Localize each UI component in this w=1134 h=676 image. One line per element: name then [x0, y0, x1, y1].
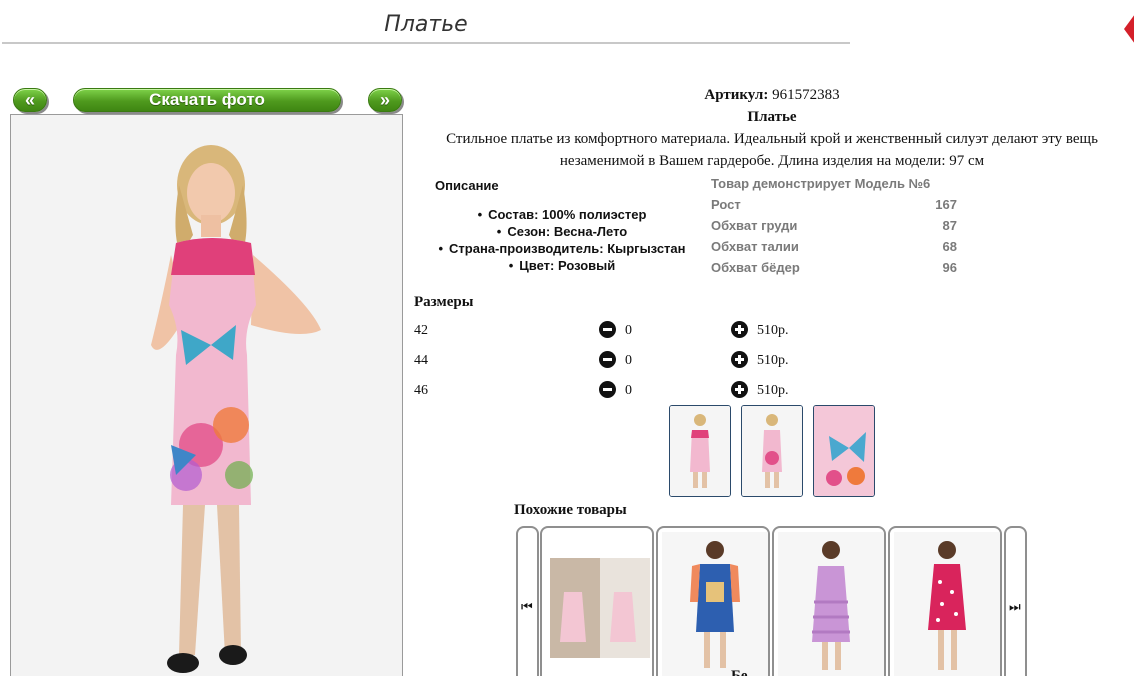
similar-product-card[interactable] — [656, 526, 770, 676]
size-row-44: 44 0 510р. — [414, 349, 814, 373]
price-value: 510р. — [757, 353, 789, 368]
list-item: Состав: 100% полиэстер — [412, 206, 712, 223]
description-list: Состав: 100% полиэстер Сезон: Весна-Лето… — [412, 206, 712, 274]
measure-value: 68 — [942, 239, 957, 254]
quantity-value: 0 — [625, 353, 632, 368]
model-header-label: Товар демонстрирует Модель №6 — [711, 176, 931, 191]
table-row: Рост 167 — [711, 197, 957, 218]
table-row: Обхват талии 68 — [711, 239, 957, 260]
table-row: Обхват бёдер 96 — [711, 260, 957, 281]
measure-label: Обхват бёдер — [711, 260, 800, 275]
list-item: Цвет: Розовый — [412, 257, 712, 274]
product-description: Стильное платье из комфортного материала… — [446, 131, 1098, 169]
article-value: 961572383 — [772, 87, 840, 103]
measure-value: 96 — [942, 260, 957, 275]
quantity-value: 0 — [625, 323, 632, 338]
price-value: 510р. — [757, 323, 789, 338]
page-title: Платье — [384, 12, 468, 37]
list-item: Страна-производитель: Кыргызстан — [412, 240, 712, 257]
minus-icon[interactable] — [599, 321, 616, 338]
list-item: Сезон: Весна-Лето — [412, 223, 712, 240]
measure-value: 87 — [942, 218, 957, 233]
measure-label: Рост — [711, 197, 741, 212]
skip-forward-icon: ⏭ — [1009, 600, 1021, 615]
prev-photo-button[interactable]: « — [13, 88, 47, 112]
size-label: 42 — [414, 323, 428, 338]
title-divider — [2, 42, 850, 44]
price-value: 510р. — [757, 383, 789, 398]
skip-back-icon: ⏮ — [521, 600, 533, 615]
size-label: 44 — [414, 353, 428, 368]
minus-icon[interactable] — [599, 351, 616, 368]
article-line: Артикул: 961572383 — [412, 84, 1132, 106]
carousel-prev-button[interactable]: ⏮ — [516, 526, 539, 676]
minus-icon[interactable] — [599, 381, 616, 398]
description-heading: Описание — [435, 178, 499, 193]
sizes-title: Размеры — [414, 294, 474, 310]
red-diamond-icon — [1124, 15, 1134, 43]
size-row-46: 46 0 510р. — [414, 379, 814, 403]
measure-label: Обхват груди — [711, 218, 798, 233]
model-header: Товар демонстрирует Модель №6 — [711, 176, 957, 197]
photo-thumbnail[interactable] — [813, 405, 875, 497]
product-name: Платье — [747, 109, 797, 125]
plus-icon[interactable] — [731, 321, 748, 338]
product-info: Артикул: 961572383 Платье Стильное плать… — [412, 84, 1132, 172]
measure-value: 167 — [935, 197, 957, 212]
next-photo-button[interactable]: » — [368, 88, 402, 112]
similar-product-card[interactable] — [540, 526, 654, 676]
main-product-photo[interactable] — [10, 114, 403, 676]
table-row: Обхват груди 87 — [711, 218, 957, 239]
article-label: Артикул: — [704, 87, 769, 103]
similar-product-card[interactable] — [888, 526, 1002, 676]
carousel-next-button[interactable]: ⏭ — [1004, 526, 1027, 676]
download-photo-button[interactable]: Скачать фото — [73, 88, 341, 112]
plus-icon[interactable] — [731, 351, 748, 368]
photo-thumbnail[interactable] — [669, 405, 731, 497]
similar-products-title: Похожие товары — [514, 502, 627, 518]
quantity-value: 0 — [625, 383, 632, 398]
model-measurements: Товар демонстрирует Модель №6 Рост 167 О… — [711, 176, 957, 281]
size-row-42: 42 0 510р. — [414, 319, 814, 343]
plus-icon[interactable] — [731, 381, 748, 398]
similar-product-card[interactable] — [772, 526, 886, 676]
photo-thumbnail[interactable] — [741, 405, 803, 497]
card-caption: Бе — [731, 668, 748, 676]
size-label: 46 — [414, 383, 428, 398]
measure-label: Обхват талии — [711, 239, 799, 254]
